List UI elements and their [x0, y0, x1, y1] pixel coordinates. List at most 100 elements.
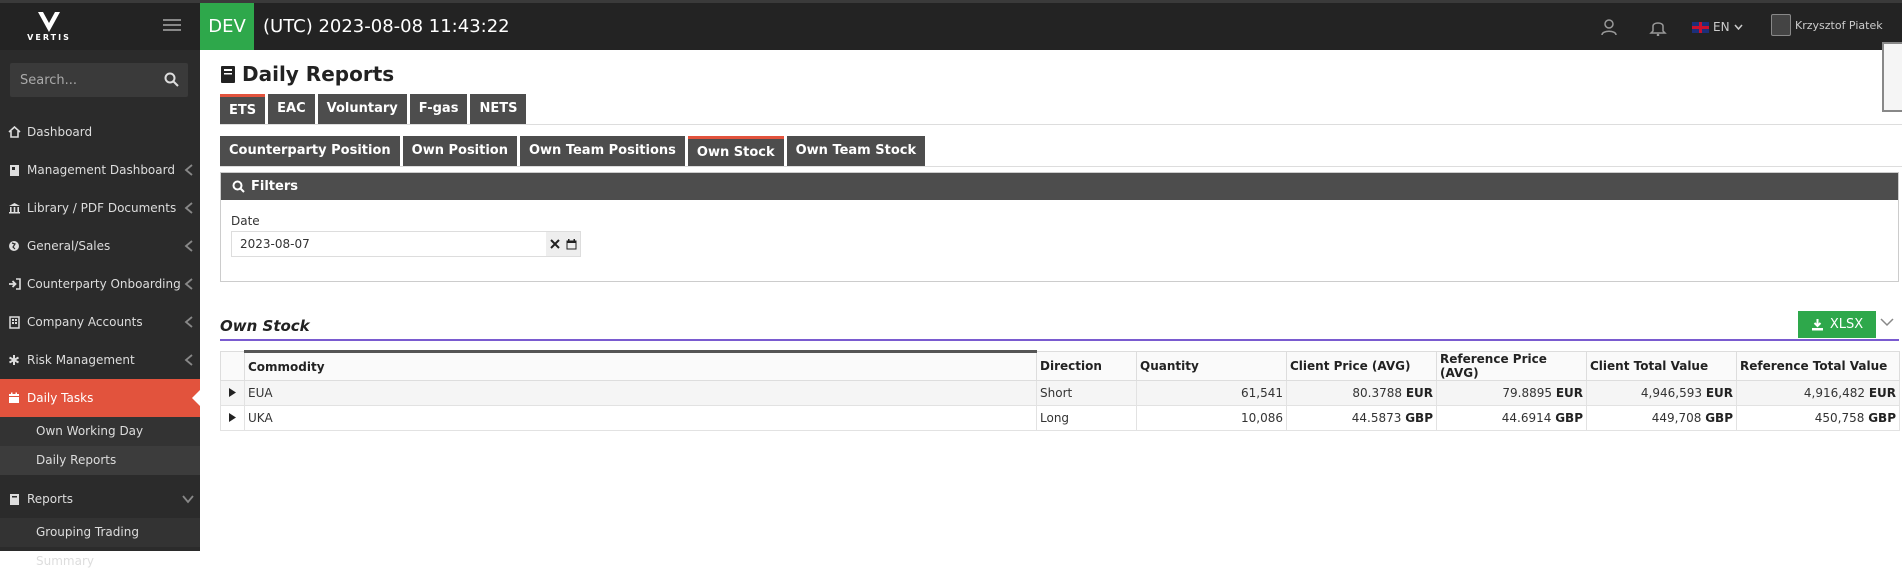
filters-header[interactable]: Filters [221, 173, 1898, 314]
section-title: Own Stock [220, 317, 310, 335]
chevron-left-icon [184, 354, 193, 366]
export-xlsx-button[interactable]: XLSX [1798, 311, 1876, 338]
sidebar-item-label: Daily Tasks [27, 391, 94, 405]
env-badge: DEV [200, 3, 254, 50]
reference-total-cell: 450,758 GBP [1736, 405, 1900, 431]
vertis-logo[interactable]: VERTIS [27, 11, 71, 42]
direction-cell: Long [1036, 405, 1137, 431]
table-row[interactable]: EUA Short 61,541 80.3788 EUR 79.8895 EUR… [220, 380, 1900, 406]
commodity-cell: UKA [244, 405, 1037, 431]
report-tabs: Counterparty Position Own Position Own T… [220, 136, 926, 166]
tab-own-stock[interactable]: Own Stock [687, 136, 784, 166]
bank-icon [7, 201, 21, 215]
utc-clock: (UTC) 2023-08-08 11:43:22 [263, 16, 510, 37]
bell-icon[interactable] [1649, 18, 1667, 36]
user-icon[interactable] [1600, 18, 1618, 36]
side-feedback-tab[interactable] [1882, 42, 1902, 112]
sidebar-item-label: Library / PDF Documents [27, 201, 177, 215]
clear-icon[interactable] [546, 232, 563, 256]
sidebar-subitem-daily-reports[interactable]: Daily Reports [0, 446, 200, 475]
asterisk-icon [7, 353, 21, 367]
column-header-client-total[interactable]: Client Total Value [1586, 351, 1737, 381]
search-icon [232, 180, 245, 193]
sidebar-item-library[interactable]: Library / PDF Documents [0, 189, 200, 227]
top-bar: VERTIS DEV (UTC) 2023-08-08 11:43:22 EN … [0, 0, 1902, 50]
export-label: XLSX [1829, 317, 1864, 332]
filters-panel: Filters Date 2023-08-07 [220, 172, 1899, 314]
sidebar-item-daily-tasks[interactable]: Daily Tasks [0, 379, 200, 417]
table-row[interactable]: UKA Long 10,086 44.5873 GBP 44.6914 GBP … [220, 405, 1900, 431]
sidebar-subitem-grouping-trading-summary[interactable]: Grouping Trading Summary [0, 518, 200, 568]
sidebar-item-dashboard[interactable]: Dashboard [0, 113, 200, 151]
chevron-down-icon[interactable] [1878, 304, 1892, 314]
column-header-direction[interactable]: Direction [1036, 351, 1137, 381]
date-field[interactable]: 2023-08-07 [231, 231, 581, 257]
download-icon [1811, 319, 1823, 331]
book-icon [221, 65, 235, 83]
menu-toggle-icon[interactable] [163, 19, 181, 33]
sidebar-item-company-accounts[interactable]: Company Accounts [0, 303, 200, 341]
sidebar-item-label: Risk Management [27, 353, 135, 367]
date-label: Date [231, 214, 260, 228]
uk-flag-icon [1692, 21, 1709, 33]
sidebar-item-label: General/Sales [27, 239, 111, 253]
building-icon [7, 315, 21, 329]
search-input[interactable] [10, 63, 160, 97]
avatar [1771, 14, 1791, 36]
chevron-down-icon[interactable] [1880, 318, 1894, 327]
table-header-row: Commodity Direction Quantity Client Pric… [220, 350, 1900, 381]
language-label: EN [1713, 20, 1730, 34]
sidebar-item-management-dashboard[interactable]: Management Dashboard [0, 151, 200, 189]
expand-row-icon[interactable] [220, 380, 245, 406]
search-icon[interactable] [164, 72, 179, 87]
sidebar-item-label: Dashboard [27, 125, 93, 139]
sidebar-item-label: Management Dashboard [27, 163, 175, 177]
sidebar-item-counterparty-onboarding[interactable]: Counterparty Onboarding [0, 265, 200, 303]
chevron-left-icon [184, 164, 193, 176]
user-name: Krzysztof Piatek [1795, 18, 1883, 32]
sidebar-item-label: Reports [27, 492, 74, 506]
column-header-commodity[interactable]: Commodity [244, 350, 1037, 381]
sidebar-item-risk-management[interactable]: Risk Management [0, 341, 200, 379]
logo-text: VERTIS [27, 33, 71, 42]
tab-own-team-positions[interactable]: Own Team Positions [520, 136, 685, 166]
client-total-cell: 4,946,593 EUR [1586, 380, 1737, 406]
tab-own-position[interactable]: Own Position [402, 136, 517, 166]
tab-nets[interactable]: NETS [470, 94, 527, 124]
tab-counterparty-position[interactable]: Counterparty Position [220, 136, 400, 166]
sidebar-subitem-own-working-day[interactable]: Own Working Day [0, 417, 200, 446]
column-header-quantity[interactable]: Quantity [1136, 351, 1287, 381]
sidebar-item-general-sales[interactable]: General/Sales [0, 227, 200, 265]
home-icon [7, 125, 21, 139]
client-total-cell: 449,708 GBP [1586, 405, 1737, 431]
book-icon [7, 163, 21, 177]
reference-price-cell: 44.6914 GBP [1436, 405, 1587, 431]
divider [220, 166, 1902, 167]
quantity-cell: 10,086 [1136, 405, 1287, 431]
logo-area: VERTIS [0, 3, 200, 50]
date-value[interactable]: 2023-08-07 [232, 232, 546, 256]
calendar-icon[interactable] [563, 232, 580, 256]
section-divider [220, 339, 1899, 341]
expand-row-icon[interactable] [220, 405, 245, 431]
reference-total-cell: 4,916,482 EUR [1736, 380, 1900, 406]
column-header-client-price[interactable]: Client Price (AVG) [1286, 351, 1437, 381]
search-box [10, 63, 188, 97]
chevron-left-icon [184, 278, 193, 290]
tab-eac[interactable]: EAC [268, 94, 315, 124]
tab-f-gas[interactable]: F-gas [409, 94, 468, 124]
column-header-reference-total[interactable]: Reference Total Value [1736, 351, 1900, 381]
column-header-reference-price[interactable]: Reference Price (AVG) [1436, 351, 1587, 381]
sidebar-item-reports[interactable]: Reports [0, 480, 200, 518]
tab-ets[interactable]: ETS [220, 94, 266, 124]
page-title-text: Daily Reports [242, 62, 395, 86]
chevron-left-icon [184, 202, 193, 214]
language-selector[interactable]: EN [1692, 20, 1743, 34]
calendar-icon [7, 391, 21, 405]
tab-own-team-stock[interactable]: Own Team Stock [786, 136, 926, 166]
commodity-cell: EUA [244, 380, 1037, 406]
tab-voluntary[interactable]: Voluntary [317, 94, 407, 124]
divider [220, 124, 1902, 125]
user-menu[interactable]: Krzysztof Piatek [1771, 14, 1883, 36]
sidebar: Dashboard Management Dashboard Library /… [0, 50, 200, 568]
